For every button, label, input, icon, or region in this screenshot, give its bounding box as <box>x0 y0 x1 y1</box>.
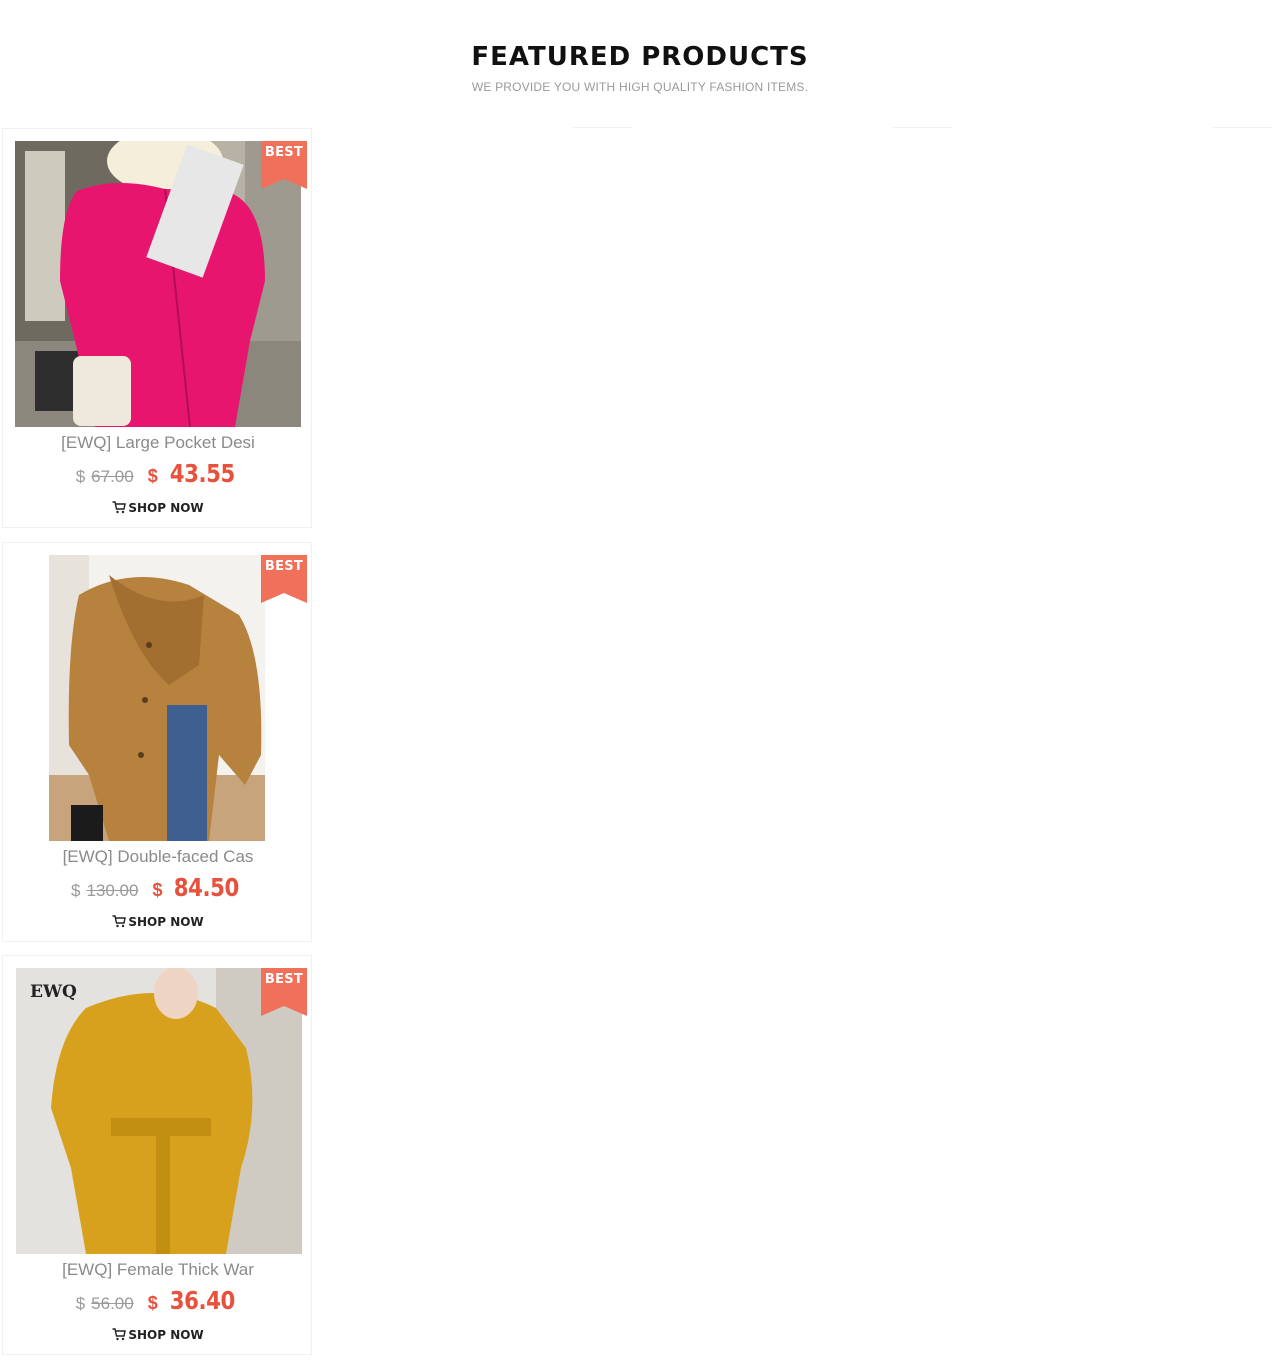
best-badge: BEST <box>261 141 307 189</box>
brand-logo: EWQ <box>30 982 77 1002</box>
shop-now-label: SHOP NOW <box>128 1328 204 1342</box>
shopping-cart-icon <box>112 501 127 517</box>
section-subtitle: WE PROVIDE YOU WITH HIGH QUALITY FASHION… <box>471 80 809 94</box>
new-currency: $ <box>147 1293 158 1313</box>
shopping-cart-icon <box>112 915 127 931</box>
sale-price: 36.40 <box>169 1286 235 1315</box>
product-card[interactable]: EWQ BEST [EWQ] Female Thick War $56.00 $3… <box>2 955 312 1355</box>
new-currency: $ <box>152 880 163 900</box>
shop-now-button[interactable]: SHOP NOW <box>3 915 313 931</box>
shop-now-button[interactable]: SHOP NOW <box>3 1328 313 1344</box>
old-price: 56.00 <box>91 1294 134 1313</box>
product-card[interactable]: BEST [EWQ] Large Pocket Desi $67.00 $43.5… <box>2 128 312 528</box>
shop-now-button[interactable]: SHOP NOW <box>3 501 313 517</box>
best-badge: BEST <box>261 968 307 1016</box>
old-price: 130.00 <box>86 881 139 900</box>
best-badge: BEST <box>261 555 307 603</box>
product-image[interactable]: EWQ <box>16 968 302 1254</box>
shop-now-label: SHOP NOW <box>128 915 204 929</box>
product-name[interactable]: [EWQ] Double-faced Cas <box>3 847 313 867</box>
old-price: 67.00 <box>91 467 134 486</box>
price-row: $67.00 $43.55 <box>3 459 313 488</box>
price-row: $130.00 $84.50 <box>3 873 313 902</box>
featured-header: FEATURED PRODUCTS WE PROVIDE YOU WITH HI… <box>0 0 1280 120</box>
shop-now-label: SHOP NOW <box>128 501 204 515</box>
product-image[interactable] <box>15 141 301 427</box>
sale-price: 43.55 <box>169 459 235 488</box>
shopping-cart-icon <box>112 1328 127 1344</box>
new-currency: $ <box>147 466 158 486</box>
product-name[interactable]: [EWQ] Large Pocket Desi <box>3 433 313 453</box>
old-currency: $ <box>70 881 81 900</box>
price-row: $56.00 $36.40 <box>3 1286 313 1315</box>
sale-price: 84.50 <box>174 873 240 902</box>
product-name[interactable]: [EWQ] Female Thick War <box>3 1260 313 1280</box>
old-currency: $ <box>75 1294 86 1313</box>
faint-divider-row <box>320 127 1275 131</box>
product-image[interactable] <box>49 555 265 841</box>
section-title: FEATURED PRODUCTS <box>471 42 809 72</box>
old-currency: $ <box>75 467 86 486</box>
product-card[interactable]: BEST [EWQ] Double-faced Cas $130.00 $84.5… <box>2 542 312 942</box>
